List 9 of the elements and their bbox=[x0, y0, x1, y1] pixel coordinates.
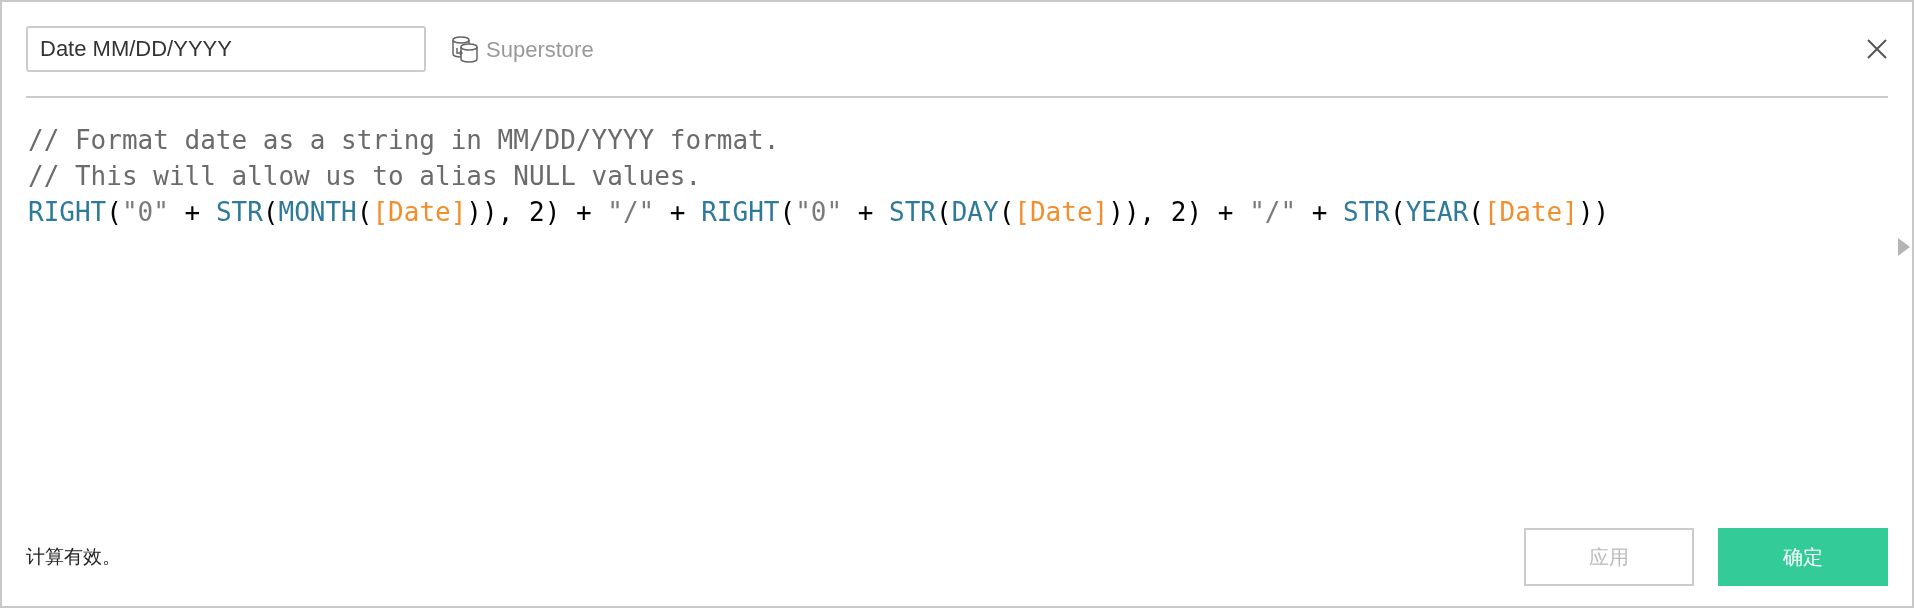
data-source-label: Superstore bbox=[486, 35, 594, 64]
database-icon bbox=[450, 34, 480, 64]
status-message: 计算有效。 bbox=[26, 544, 121, 569]
code-line: RIGHT("0" + STR(MONTH([Date])), 2) + "/" + RIGHT("0" + STR(DAY([Date])), 2) + "/" + STR(YEAR([Date])) bbox=[28, 196, 1611, 229]
code-comment: // This will allow us to alias NULL values. bbox=[28, 160, 703, 193]
close-icon[interactable] bbox=[1866, 38, 1888, 60]
name-field[interactable]: Date MM/DD/YYYY bbox=[26, 26, 426, 72]
ok-button[interactable]: 确定 bbox=[1718, 528, 1888, 586]
code-comment: // Format date as a string in MM/DD/YYYY format. bbox=[28, 124, 781, 157]
